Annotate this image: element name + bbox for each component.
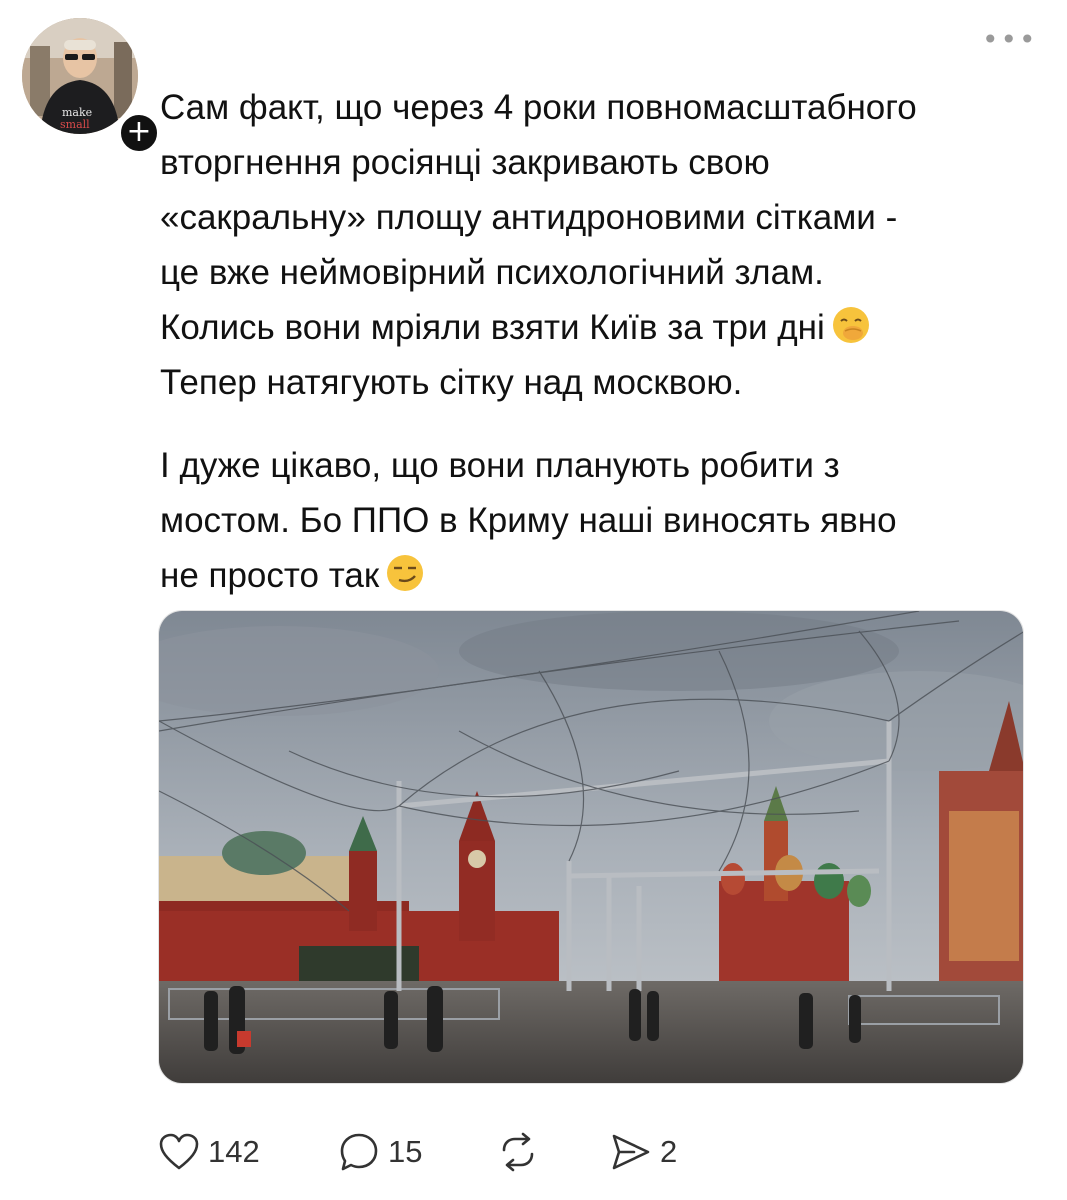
text-line-with-emoji: Колись вони мріяли взяти Київ за три дні <box>160 300 1040 355</box>
more-options-button[interactable]: ••• <box>982 22 1036 58</box>
text-line: вторгнення росіянці закривають свою <box>160 143 770 182</box>
reply-button[interactable]: 15 <box>338 1124 422 1180</box>
red-square-photo <box>159 611 1023 1083</box>
heart-icon <box>159 1133 199 1170</box>
svg-text:small: small <box>60 118 90 131</box>
text-line: «сакральну» площу антидроновими сітками … <box>160 198 898 237</box>
text-line: не просто так <box>160 556 380 595</box>
share-icon <box>612 1134 650 1170</box>
share-count: 2 <box>660 1134 678 1169</box>
avatar[interactable]: make small <box>22 18 138 134</box>
text-line: Колись вони мріяли взяти Київ за три дні <box>160 308 825 347</box>
face-with-hand-over-mouth-icon <box>832 307 869 343</box>
text-line: Тепер натягують сітку над москвою. <box>160 363 743 402</box>
like-count: 142 <box>208 1134 260 1169</box>
comment-icon <box>340 1133 378 1171</box>
post-image[interactable] <box>158 610 1024 1084</box>
repost-button[interactable] <box>496 1124 548 1180</box>
reply-count: 15 <box>388 1134 423 1169</box>
text-line: мостом. Бо ППО в Криму наші виносять явн… <box>160 501 897 540</box>
post-body: Сам факт, що через 4 роки повномасштабно… <box>160 80 1040 631</box>
smirking-face-icon <box>387 555 424 591</box>
share-button[interactable]: 2 <box>610 1124 677 1180</box>
action-bar: 142 15 2 <box>158 1124 758 1180</box>
text-line-with-emoji: не просто так <box>160 548 1040 603</box>
like-button[interactable]: 142 <box>158 1124 260 1180</box>
thread-post: make small + ••• Сам факт, що через 4 ро… <box>0 0 1067 1200</box>
follow-button[interactable]: + <box>116 110 162 156</box>
text-line: Сам факт, що через 4 роки повномасштабно… <box>160 88 917 127</box>
post-paragraph-2: І дуже цікаво, що вони планують робити з… <box>160 438 1040 603</box>
repost-icon <box>502 1132 534 1172</box>
author-avatar-wrap[interactable]: make small + <box>22 18 162 156</box>
post-paragraph-1: Сам факт, що через 4 роки повномасштабно… <box>160 80 1040 410</box>
text-line: І дуже цікаво, що вони планують робити з <box>160 446 840 485</box>
text-line: це вже неймовірний психологічний злам. <box>160 253 824 292</box>
